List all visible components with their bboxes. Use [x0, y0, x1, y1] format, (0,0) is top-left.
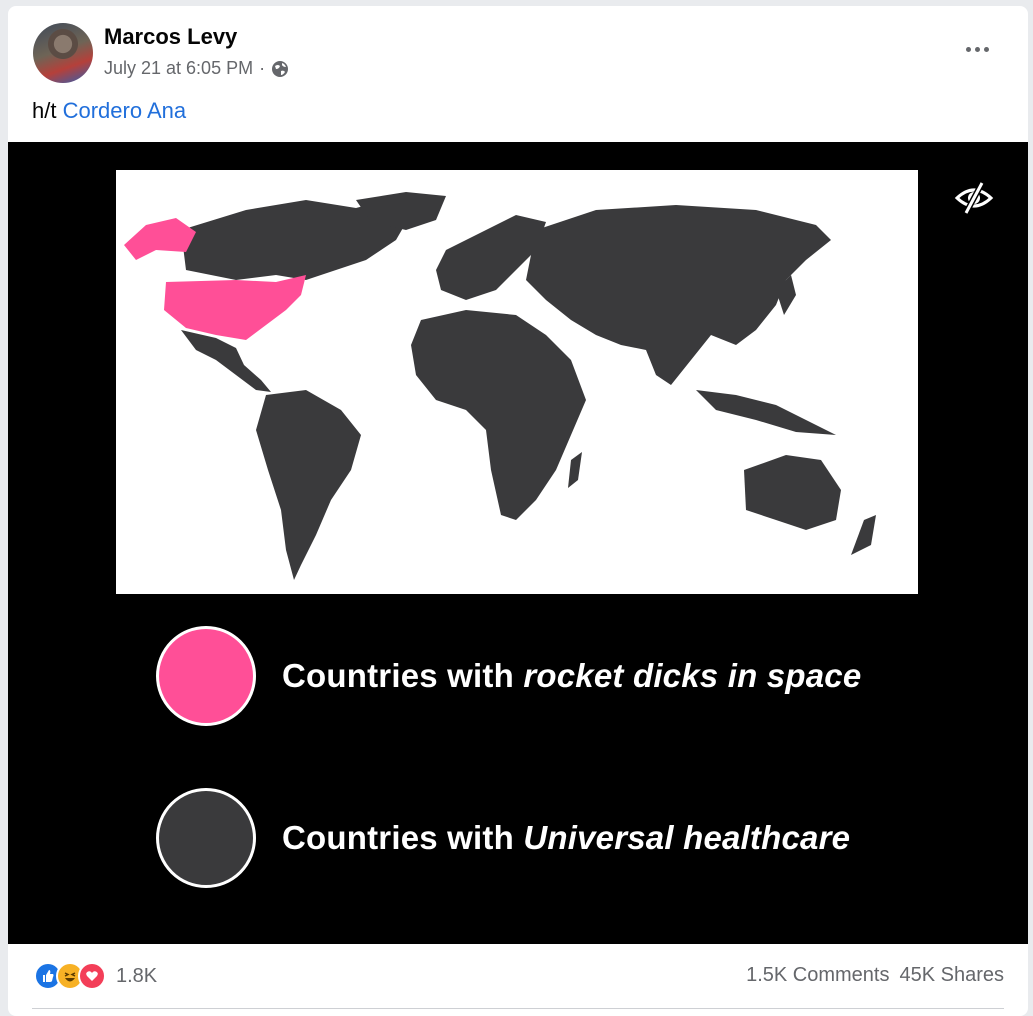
post-footer: 1.8K 1.5K Comments 45K Shares	[8, 946, 1028, 1016]
shares-count[interactable]: 45K Shares	[899, 964, 1004, 987]
divider	[32, 1008, 1004, 1009]
eye-slash-icon[interactable]	[954, 178, 994, 218]
comments-count[interactable]: 1.5K Comments	[746, 964, 889, 987]
post-header: Marcos Levy July 21 at 6:05 PM ·	[8, 6, 1028, 96]
post-meta: July 21 at 6:05 PM ·	[104, 58, 289, 79]
gray-legend-dot	[156, 788, 256, 888]
legend-row-gray: Countries with Universal healthcare	[156, 788, 850, 888]
engagement-stats: 1.5K Comments 45K Shares	[746, 964, 1004, 987]
caption-prefix: h/t	[32, 98, 63, 123]
legend-row-pink: Countries with rocket dicks in space	[156, 626, 861, 726]
post-image[interactable]: Countries with rocket dicks in space Cou…	[8, 142, 1028, 944]
caption-link[interactable]: Cordero Ana	[63, 98, 187, 123]
avatar[interactable]	[33, 23, 93, 83]
post-caption: h/t Cordero Ana	[32, 98, 186, 124]
reaction-count[interactable]: 1.8K	[116, 965, 157, 988]
love-icon	[78, 962, 106, 990]
post-card: Marcos Levy July 21 at 6:05 PM · h/t Cor…	[8, 6, 1028, 1016]
globe-icon[interactable]	[271, 60, 289, 78]
post-timestamp[interactable]: July 21 at 6:05 PM	[104, 58, 253, 79]
pink-legend-dot	[156, 626, 256, 726]
more-options-icon[interactable]	[962, 34, 992, 64]
reactions-summary[interactable]: 1.8K	[34, 962, 157, 990]
legend-label-gray: Countries with Universal healthcare	[282, 819, 851, 856]
legend-label-pink: Countries with rocket dicks in space	[282, 657, 862, 694]
world-map	[116, 170, 918, 594]
meta-separator: ·	[259, 58, 266, 78]
author-name[interactable]: Marcos Levy	[104, 24, 237, 50]
